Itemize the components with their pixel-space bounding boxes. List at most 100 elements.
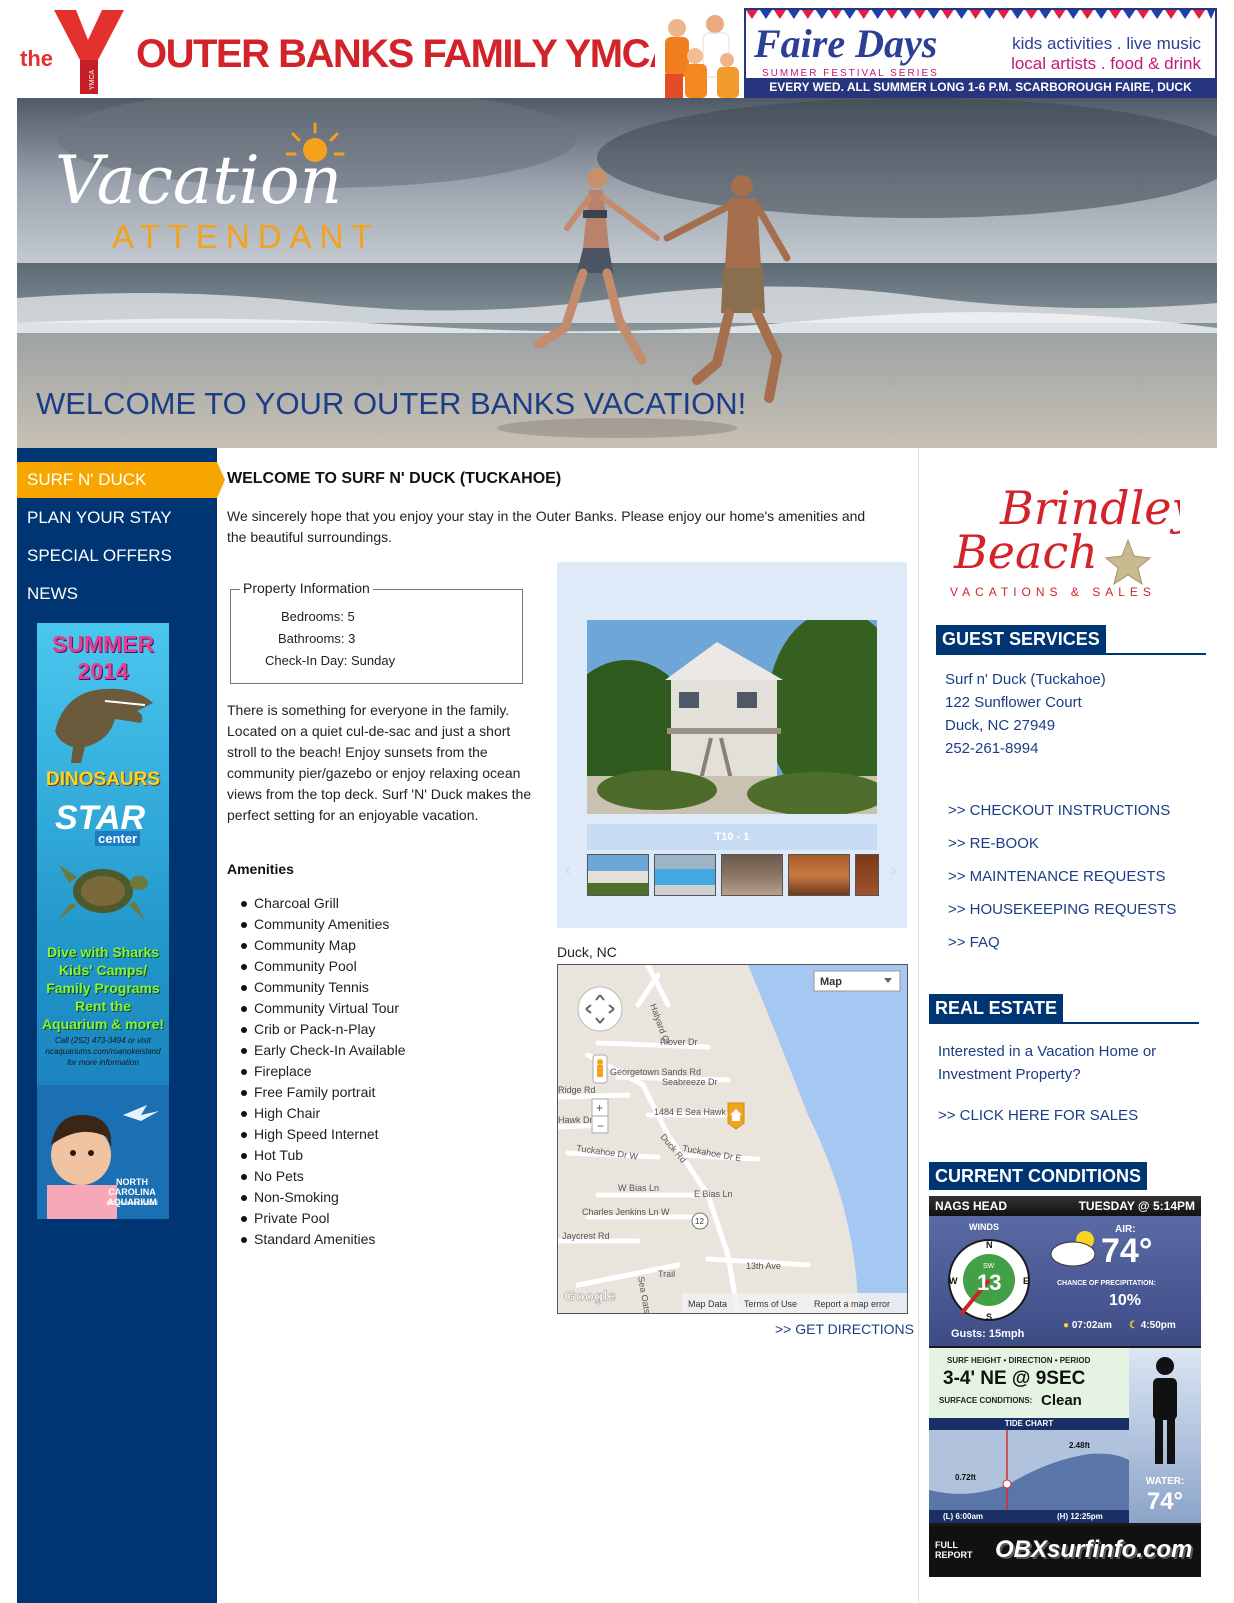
star-center-logo: STAR center	[55, 799, 146, 846]
right-column-divider	[918, 448, 919, 1603]
aquarium-ad-promo: Dive with Sharks Kids' Camps/ Family Pro…	[41, 944, 165, 1032]
house-marker-icon[interactable]	[727, 1102, 745, 1130]
gallery-caption: T10 - 1	[587, 824, 877, 850]
guest-address-line: Duck, NC 27949	[945, 717, 1056, 734]
amenity-item: Crib or Pack-n-Play	[227, 1019, 405, 1040]
nav-item-surf-n-duck[interactable]: SURF N' DUCK	[17, 462, 217, 498]
aquarium-ad-banner[interactable]: SUMMER 2014 DINOSAURS STAR center Dive w…	[37, 623, 169, 1219]
wind-air-panel: WINDS N E S W SW 13 Gusts: 15mph AIR: 74…	[929, 1216, 1201, 1346]
bunting-decoration	[746, 10, 1215, 19]
gallery-main-photo[interactable]	[587, 620, 877, 814]
checkout-instructions-link[interactable]: >> CHECKOUT INSTRUCTIONS	[948, 802, 1170, 819]
guest-phone: 252-261-8994	[945, 740, 1039, 757]
gallery-thumb[interactable]	[788, 854, 850, 896]
person-height-icon	[1153, 1357, 1177, 1464]
google-map[interactable]: Halyard Ct Plover Dr Georgetown Sands Rd…	[557, 964, 908, 1314]
property-checkin: Check-In Day: Sunday	[265, 653, 396, 668]
sales-link[interactable]: >> CLICK HERE FOR SALES	[938, 1107, 1138, 1124]
guest-services-heading: GUEST SERVICES	[936, 625, 1206, 655]
photo-gallery: T10 - 1 ‹ ›	[557, 562, 907, 928]
svg-text:N: N	[986, 1240, 993, 1250]
full-report-link: FULL REPORT	[935, 1540, 973, 1560]
gallery-next-arrow[interactable]: ›	[891, 862, 896, 880]
dinosaur-illustration	[55, 688, 153, 763]
hero-welcome-heading: WELCOME TO YOUR OUTER BANKS VACATION!	[36, 386, 747, 421]
faire-ad-tagline-1: kids activities . live music	[1012, 34, 1201, 53]
gallery-thumb[interactable]	[855, 854, 879, 896]
ymca-logo[interactable]: the YMCA	[18, 8, 128, 96]
map-report-link: Report a map error	[814, 1299, 890, 1309]
rebook-link[interactable]: >> RE-BOOK	[948, 835, 1039, 852]
guest-address-line: Surf n' Duck (Tuckahoe)	[945, 671, 1106, 688]
tide-curve: 0.72ft 2.48ft	[929, 1430, 1129, 1510]
real-estate-text: Interested in a Vacation Home or Investm…	[938, 1043, 1157, 1083]
water-temperature: 74°	[1146, 1488, 1184, 1515]
faire-days-ad[interactable]: Faire Days SUMMER FESTIVAL SERIES kids a…	[744, 8, 1217, 98]
real-estate-heading: REAL ESTATE	[929, 994, 1199, 1024]
faq-link[interactable]: >> FAQ	[948, 934, 1000, 951]
google-logo: Google	[564, 1288, 616, 1305]
svg-text:13: 13	[977, 1270, 1001, 1295]
gallery-thumb[interactable]	[721, 854, 783, 896]
amenities-list: Charcoal Grill Community Amenities Commu…	[227, 893, 405, 1250]
vacation-attendant-logo-line-1: Vacation	[55, 142, 343, 219]
nav-item-special-offers[interactable]: SPECIAL OFFERS	[17, 538, 217, 574]
site-title[interactable]: OUTER BANKS FAMILY YMCA	[136, 32, 678, 77]
nav-active-arrow	[217, 462, 225, 498]
map-street-label: Seabreeze Dr	[662, 1077, 718, 1087]
partly-cloudy-icon	[1050, 1231, 1096, 1267]
ymca-logo-the: the	[20, 46, 53, 71]
current-conditions-widget[interactable]: NAGS HEAD TUESDAY @ 5:14PM WINDS N E S W…	[929, 1196, 1201, 1577]
maintenance-requests-link[interactable]: >> MAINTENANCE REQUESTS	[948, 868, 1166, 885]
amenity-item: Private Pool	[227, 1208, 405, 1229]
full-report-bar[interactable]: FULL REPORT OBXsurfinfo.com	[929, 1526, 1201, 1577]
amenity-item: Hot Tub	[227, 1145, 405, 1166]
tide-chart: TIDE CHART 0.72ft 2.48ft (L) 6:00am (H) …	[929, 1418, 1129, 1523]
gallery-thumb[interactable]	[587, 854, 649, 896]
brindley-beach-logo[interactable]: Brindley Beach VACATIONS & SALES	[950, 470, 1199, 605]
housekeeping-requests-link[interactable]: >> HOUSEKEEPING REQUESTS	[948, 901, 1176, 918]
map-street-label: 1484 E Sea Hawk	[654, 1107, 727, 1117]
map-street-label: Plover Dr	[660, 1037, 698, 1047]
faire-ad-schedule: EVERY WED. ALL SUMMER LONG 1-6 P.M. SCAR…	[746, 78, 1215, 96]
faire-ad-tagline-2: local artists . food & drink	[1011, 54, 1201, 73]
amenity-item: High Speed Internet	[227, 1124, 405, 1145]
surf-panel: SURF HEIGHT • DIRECTION • PERIOD 3-4' NE…	[929, 1348, 1129, 1418]
amenity-item: Standard Amenities	[227, 1229, 405, 1250]
winds-label: WINDS	[969, 1222, 999, 1232]
aquarium-ad-dinosaurs: DINOSAURS	[45, 769, 160, 790]
gallery-thumb[interactable]	[654, 854, 716, 896]
conditions-time: TUESDAY @ 5:14PM	[1078, 1199, 1195, 1213]
svg-text:S: S	[986, 1312, 992, 1322]
map-pan-control[interactable]	[577, 986, 623, 1032]
svg-text:E: E	[1023, 1276, 1029, 1286]
surf-label: SURF HEIGHT • DIRECTION • PERIOD	[947, 1356, 1091, 1365]
amenity-item: Fireplace	[227, 1061, 405, 1082]
faire-ad-family-photo[interactable]	[655, 12, 743, 98]
amenity-item: Community Amenities	[227, 914, 405, 935]
property-info-box: Bedrooms: 5 Bathrooms: 3 Check-In Day: S…	[230, 589, 523, 684]
sunrise-time: ● 07:02am	[1063, 1320, 1112, 1331]
wind-compass-icon: N E S W SW 13	[948, 1239, 1030, 1322]
nav-item-plan-your-stay[interactable]: PLAN YOUR STAY	[17, 500, 217, 536]
street-view-pegman-icon[interactable]	[592, 1054, 608, 1084]
property-bedrooms: Bedrooms: 5	[281, 609, 355, 624]
moon-icon: ☾	[1129, 1320, 1138, 1331]
nav-item-news[interactable]: NEWS	[17, 576, 217, 612]
map-zoom-control[interactable]: + −	[591, 1098, 609, 1134]
map-street-label: Hawk Dr	[558, 1115, 593, 1125]
sea-turtle-illustration	[57, 865, 148, 921]
surface-label: SURFACE CONDITIONS:	[939, 1396, 1033, 1405]
vacation-attendant-logo-line-2: ATTENDANT	[112, 218, 380, 255]
guest-address-line: 122 Sunflower Court	[945, 694, 1082, 711]
map-street-label: W Bias Ln	[618, 1183, 659, 1193]
map-type-select[interactable]: Map	[813, 970, 901, 992]
air-temperature: 74°	[1101, 1232, 1153, 1270]
get-directions-link[interactable]: >> GET DIRECTIONS	[775, 1321, 914, 1337]
amenities-heading: Amenities	[227, 861, 294, 877]
map-data-link: Map Data	[688, 1299, 727, 1309]
gallery-prev-arrow[interactable]: ‹	[565, 862, 570, 880]
amenity-item: No Pets	[227, 1166, 405, 1187]
map-street-label: Georgetown Sands Rd	[610, 1067, 701, 1077]
surface-value: Clean	[1041, 1392, 1082, 1409]
